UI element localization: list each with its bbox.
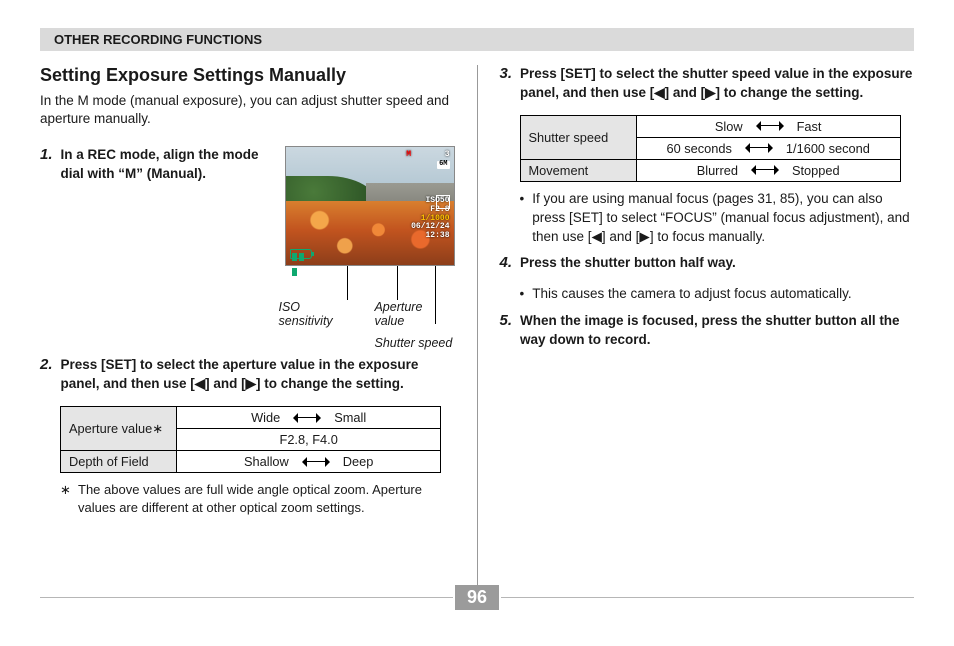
step-2: 2. Press [SET] to select the aperture va… bbox=[40, 356, 455, 394]
step-number: 2. bbox=[40, 356, 53, 394]
shutter-1600: 1/1600 second bbox=[786, 141, 870, 156]
dof-hdr: Depth of Field bbox=[61, 451, 177, 473]
step-5: 5. When the image is focused, press the … bbox=[500, 312, 915, 350]
double-arrow-icon bbox=[748, 165, 782, 175]
step4-note: This causes the camera to adjust focus a… bbox=[520, 285, 915, 304]
step-number: 4. bbox=[500, 254, 513, 273]
step-text: When the image is focused, press the shu… bbox=[520, 312, 914, 350]
step-1: 1. In a REC mode, align the mode dial wi… bbox=[40, 146, 455, 344]
aperture-hdr: Aperture value∗ bbox=[61, 407, 177, 451]
aperture-footnote: ∗ The above values are full wide angle o… bbox=[60, 481, 455, 516]
left-column: Setting Exposure Settings Manually In th… bbox=[40, 65, 455, 605]
bullet-text: This causes the camera to adjust focus a… bbox=[532, 285, 851, 304]
shutter-fast: Fast bbox=[797, 119, 822, 134]
shutter-table: Shutter speed Slow Fast 60 seconds bbox=[520, 115, 901, 182]
step-4: 4. Press the shutter button half way. bbox=[500, 254, 915, 273]
callout-shutter: Shutter speed bbox=[375, 336, 455, 350]
manual-focus-note: If you are using manual focus (pages 31,… bbox=[520, 190, 915, 247]
shutter-60s: 60 seconds bbox=[666, 141, 731, 156]
osd-time: 12:38 bbox=[406, 232, 449, 241]
movement-stopped: Stopped bbox=[792, 163, 840, 178]
page-number: 96 bbox=[455, 585, 499, 610]
step-number: 5. bbox=[500, 312, 513, 350]
double-arrow-icon bbox=[290, 413, 324, 423]
movement-blurred: Blurred bbox=[697, 163, 738, 178]
aperture-small: Small bbox=[334, 410, 366, 425]
footnote-symbol: ∗ bbox=[60, 481, 70, 516]
step-3: 3. Press [SET] to select the shutter spe… bbox=[500, 65, 915, 103]
battery-icon bbox=[290, 249, 312, 259]
shutter-hdr: Shutter speed bbox=[520, 115, 636, 159]
aperture-wide: Wide bbox=[251, 410, 280, 425]
bullet-icon bbox=[520, 285, 525, 304]
callout-iso: ISO sensitivity bbox=[279, 300, 357, 328]
bullet-text: If you are using manual focus (pages 31,… bbox=[532, 190, 914, 247]
step-number: 1. bbox=[40, 146, 53, 344]
intro-text: In the M mode (manual exposure), you can… bbox=[40, 92, 455, 128]
lcd-figure: M 3 6M ISO50 F2.8 1/1000 06/12/24 12:38 bbox=[285, 146, 455, 344]
bullet-icon bbox=[520, 190, 525, 247]
movement-hdr: Movement bbox=[520, 159, 636, 181]
lcd-preview: M 3 6M ISO50 F2.8 1/1000 06/12/24 12:38 bbox=[285, 146, 455, 266]
step-text: Press [SET] to select the shutter speed … bbox=[520, 65, 914, 103]
osd-focus-icon bbox=[436, 195, 450, 209]
two-column-layout: Setting Exposure Settings Manually In th… bbox=[40, 65, 914, 605]
double-arrow-icon bbox=[299, 457, 333, 467]
right-column: 3. Press [SET] to select the shutter spe… bbox=[500, 65, 915, 605]
page-title: Setting Exposure Settings Manually bbox=[40, 65, 455, 86]
dof-deep: Deep bbox=[343, 454, 374, 469]
step-text: Press [SET] to select the aperture value… bbox=[61, 356, 455, 394]
dof-shallow: Shallow bbox=[244, 454, 289, 469]
aperture-values: F2.8, F4.0 bbox=[177, 429, 441, 451]
shutter-slow: Slow bbox=[715, 119, 743, 134]
footnote-text: The above values are full wide angle opt… bbox=[78, 481, 455, 516]
manual-page: OTHER RECORDING FUNCTIONS Setting Exposu… bbox=[0, 0, 954, 646]
osd-mode: M bbox=[406, 150, 411, 159]
double-arrow-icon bbox=[753, 121, 787, 131]
step-text: In a REC mode, align the mode dial with … bbox=[61, 146, 275, 184]
step-text: Press the shutter button half way. bbox=[520, 254, 914, 273]
double-arrow-icon bbox=[742, 143, 776, 153]
osd-count: 3 bbox=[445, 150, 450, 159]
step-number: 3. bbox=[500, 65, 513, 103]
section-header: OTHER RECORDING FUNCTIONS bbox=[40, 28, 914, 51]
aperture-table: Aperture value∗ Wide Small F2.8, F4.0 De… bbox=[60, 406, 441, 473]
page-footer: 96 bbox=[40, 585, 914, 626]
osd-size: 6M bbox=[437, 161, 449, 169]
column-divider bbox=[477, 65, 478, 605]
figure-callouts: ISO sensitivity Aperture value Shutter s… bbox=[285, 300, 455, 344]
callout-aperture: Aperture value bbox=[374, 300, 454, 328]
